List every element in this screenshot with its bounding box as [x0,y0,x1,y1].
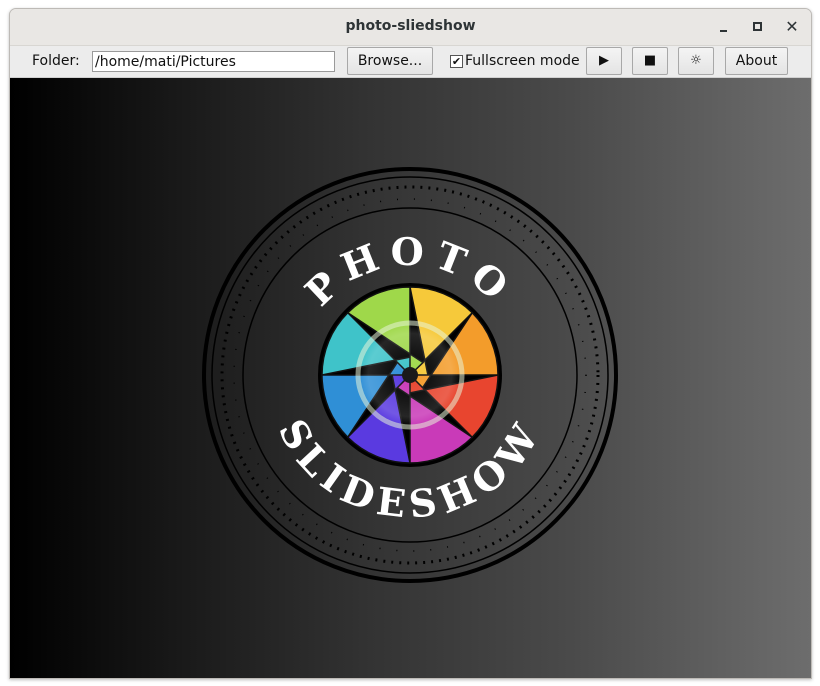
folder-path-input[interactable] [92,51,335,72]
browse-button[interactable]: Browse... [347,47,433,75]
about-button[interactable]: About [725,47,788,75]
close-button[interactable]: ✕ [782,17,802,37]
close-icon: ✕ [785,17,799,36]
settings-button[interactable]: ☼ [678,47,714,75]
titlebar: photo-sliedshow ✕ [10,9,811,46]
window-title: photo-sliedshow [345,18,476,34]
toolbar: Folder: Browse... ✔ Fullscreen mode ▶ ■ … [10,46,811,78]
fullscreen-label[interactable]: Fullscreen mode [465,53,580,69]
folder-label: Folder: [32,53,80,69]
camera-aperture-icon [318,283,502,467]
fullscreen-checkbox[interactable]: ✔ [450,55,463,68]
stop-button[interactable]: ■ [632,47,668,75]
settings-icon: ☼ [690,53,702,68]
maximize-icon [753,22,762,31]
stop-icon: ■ [643,53,657,68]
photo-slideshow-logo: PHOTO SLIDESHOW [202,167,618,583]
play-icon: ▶ [599,53,609,68]
play-button[interactable]: ▶ [586,47,622,75]
app-window: photo-sliedshow ✕ Folder: Browse... ✔ Fu… [9,8,812,679]
minimize-button[interactable] [714,17,734,37]
slideshow-viewer: PHOTO SLIDESHOW [10,78,811,678]
minimize-icon [720,30,727,32]
maximize-button[interactable] [748,17,768,37]
